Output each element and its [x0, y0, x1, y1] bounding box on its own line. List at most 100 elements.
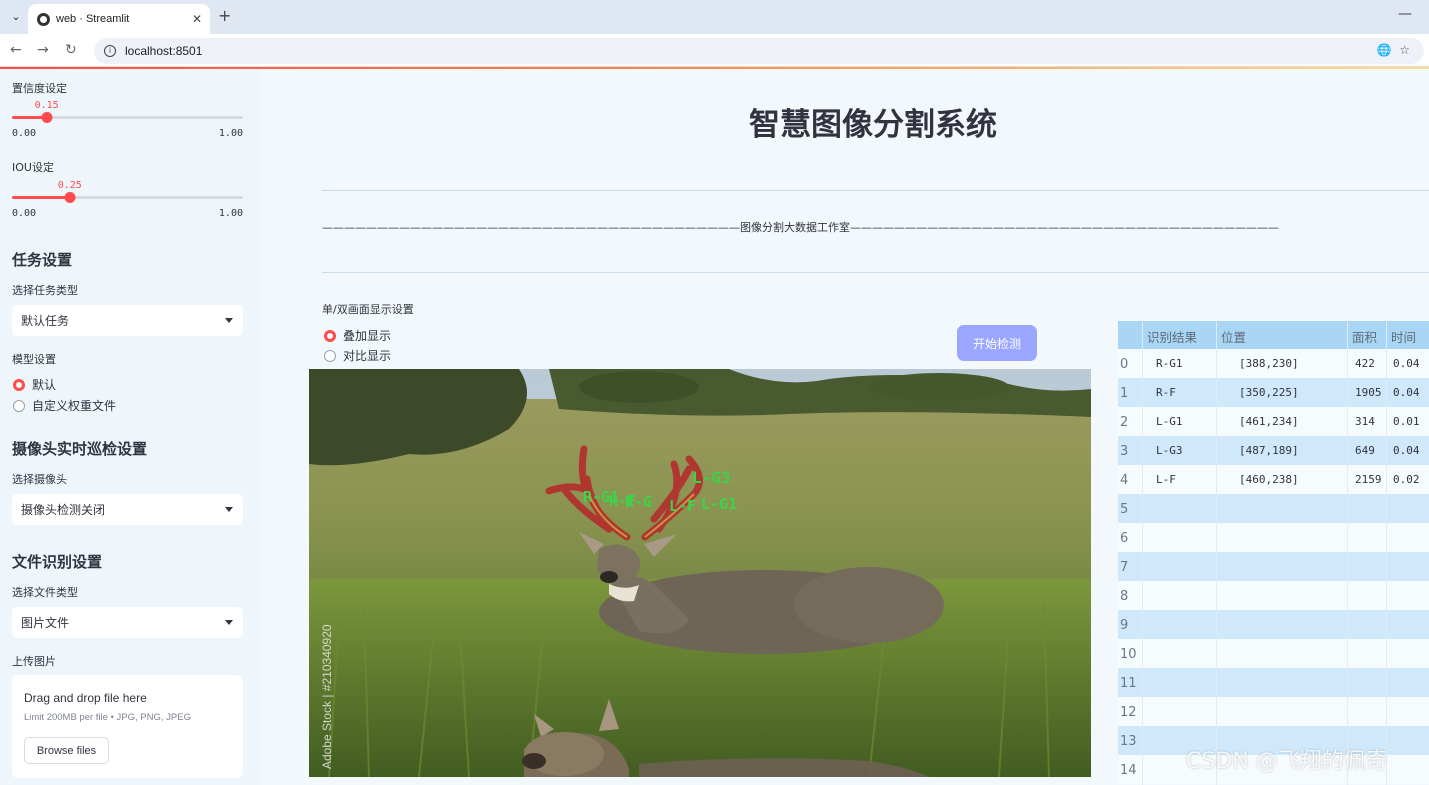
browser-tab[interactable]: web · Streamlit ✕: [28, 4, 210, 34]
tab-close-icon[interactable]: ✕: [192, 12, 202, 26]
task-type-select[interactable]: 默认任务: [12, 305, 243, 336]
col-header-time[interactable]: 时间: [1391, 327, 1416, 346]
file-settings-heading: 文件识别设置: [12, 553, 103, 571]
main-content: 智慧图像分割系统 ———————————————————————————————…: [261, 69, 1429, 785]
column-separator: [1216, 321, 1217, 785]
confidence-max: 1.00: [218, 128, 243, 139]
row-index: 1: [1120, 386, 1129, 401]
tab-title: web · Streamlit: [56, 13, 130, 25]
confidence-thumb[interactable]: [41, 112, 53, 123]
column-separator: [1347, 321, 1348, 785]
file-type-select[interactable]: 图片文件: [12, 607, 243, 638]
cell-position: [460,238]: [1239, 473, 1299, 486]
tab-search-chevron-icon[interactable]: ⌄: [6, 6, 26, 26]
task-type-value: 默认任务: [21, 314, 70, 328]
col-header-area[interactable]: 面积: [1352, 327, 1377, 346]
translate-and-bookmark-icons[interactable]: 🌐 ☆: [1377, 43, 1410, 57]
back-arrow-icon[interactable]: ←: [10, 42, 22, 58]
row-index: 2: [1120, 415, 1129, 430]
radio-unselected-icon[interactable]: [13, 399, 25, 412]
results-table[interactable]: 识别结果 位置 面积 时间 0 R-G1 [388,230] 422 0.04 1 R-F […: [1118, 321, 1429, 785]
task-type-label: 选择任务类型: [12, 284, 78, 297]
row-index: 7: [1120, 560, 1129, 575]
address-bar[interactable]: i localhost:8501 🌐 ☆: [94, 38, 1424, 64]
table-row[interactable]: 0 R-G1 [388,230] 422 0.04: [1118, 349, 1429, 378]
iou-slider[interactable]: 0.25 0.00 1.00: [12, 180, 243, 220]
radio-selected-icon[interactable]: [13, 378, 25, 391]
row-index: 5: [1120, 502, 1129, 517]
model-radio-default[interactable]: 默认: [13, 376, 56, 393]
row-index: 9: [1120, 618, 1129, 633]
cell-time: 0.04: [1393, 357, 1420, 370]
cell-position: [350,225]: [1239, 386, 1299, 399]
table-row[interactable]: 12: [1118, 697, 1429, 726]
table-row[interactable]: 7: [1118, 552, 1429, 581]
radio-unselected-icon[interactable]: [324, 349, 336, 362]
iou-thumb[interactable]: [64, 192, 76, 203]
cell-time: 0.04: [1393, 444, 1420, 457]
cell-result: L-G3: [1156, 444, 1183, 457]
iou-track[interactable]: [12, 192, 243, 203]
row-index: 0: [1120, 357, 1129, 372]
start-detection-button[interactable]: 开始检测: [957, 325, 1037, 361]
task-settings-heading: 任务设置: [12, 251, 73, 269]
cell-area: 649: [1355, 444, 1375, 457]
table-row[interactable]: 11: [1118, 668, 1429, 697]
table-row[interactable]: 10: [1118, 639, 1429, 668]
radio-selected-icon[interactable]: [324, 329, 336, 342]
camera-select-value: 摄像头检测关闭: [21, 503, 106, 517]
camera-select[interactable]: 摄像头检测关闭: [12, 494, 243, 525]
chevron-down-icon: [225, 620, 233, 625]
model-settings-label: 模型设置: [12, 353, 56, 366]
site-info-icon[interactable]: i: [104, 45, 116, 57]
window-minimize-icon[interactable]: —: [1398, 6, 1412, 22]
cell-area: 422: [1355, 357, 1375, 370]
display-option-overlay: 叠加显示: [343, 329, 392, 343]
table-row[interactable]: 4 L-F [460,238] 2159 0.02: [1118, 465, 1429, 494]
detection-result-image: R-G1 R-F R-G L-G3 L-G1 L-F Adobe Stock |…: [309, 369, 1091, 777]
table-row[interactable]: 3 L-G3 [487,189] 649 0.04: [1118, 436, 1429, 465]
confidence-label: 置信度设定: [12, 82, 67, 95]
table-row[interactable]: 8: [1118, 581, 1429, 610]
reload-icon[interactable]: ↻: [65, 42, 77, 58]
row-index: 3: [1120, 444, 1129, 459]
cell-position: [388,230]: [1239, 357, 1299, 370]
display-mode-compare[interactable]: 对比显示: [324, 347, 391, 364]
sidebar: 置信度设定 0.15 0.00 1.00 IOU设定 0.25 0.00 1.0…: [0, 69, 261, 785]
col-header-result[interactable]: 识别结果: [1147, 327, 1197, 346]
cell-result: L-G1: [1156, 415, 1183, 428]
divider: [322, 190, 1429, 191]
table-row[interactable]: 1 R-F [350,225] 1905 0.04: [1118, 378, 1429, 407]
table-row[interactable]: 9: [1118, 610, 1429, 639]
browse-files-button[interactable]: Browse files: [24, 737, 109, 764]
row-index: 6: [1120, 531, 1129, 546]
column-separator: [1142, 321, 1143, 785]
row-index: 14: [1120, 763, 1137, 778]
chevron-down-icon: [225, 507, 233, 512]
col-header-position[interactable]: 位置: [1221, 327, 1246, 346]
forward-arrow-icon[interactable]: →: [37, 42, 49, 58]
iou-min: 0.00: [12, 208, 37, 219]
table-row[interactable]: 2 L-G1 [461,234] 314 0.01: [1118, 407, 1429, 436]
new-tab-plus-icon[interactable]: +: [218, 6, 231, 25]
model-option-default: 默认: [32, 378, 57, 392]
cell-area: 314: [1355, 415, 1375, 428]
cell-position: [461,234]: [1239, 415, 1299, 428]
row-index: 11: [1120, 676, 1137, 691]
table-row[interactable]: 6: [1118, 523, 1429, 552]
file-dropzone[interactable]: Drag and drop file here Limit 200MB per …: [12, 675, 243, 778]
confidence-slider[interactable]: 0.15 0.00 1.00: [12, 100, 243, 140]
model-radio-custom[interactable]: 自定义权重文件: [13, 397, 116, 414]
chevron-down-icon: [225, 318, 233, 323]
row-index: 10: [1120, 647, 1137, 662]
confidence-track[interactable]: [12, 112, 243, 123]
overlay-label-l-g3: L-G3: [692, 468, 731, 487]
dropzone-limit: Limit 200MB per file • JPG, PNG, JPEG: [24, 712, 191, 723]
iou-value: 0.25: [57, 180, 82, 191]
display-mode-overlay[interactable]: 叠加显示: [324, 327, 391, 344]
table-row[interactable]: 5: [1118, 494, 1429, 523]
row-index: 12: [1120, 705, 1137, 720]
page-title: 智慧图像分割系统: [749, 107, 997, 143]
column-separator: [1386, 321, 1387, 785]
confidence-value: 0.15: [34, 100, 59, 111]
